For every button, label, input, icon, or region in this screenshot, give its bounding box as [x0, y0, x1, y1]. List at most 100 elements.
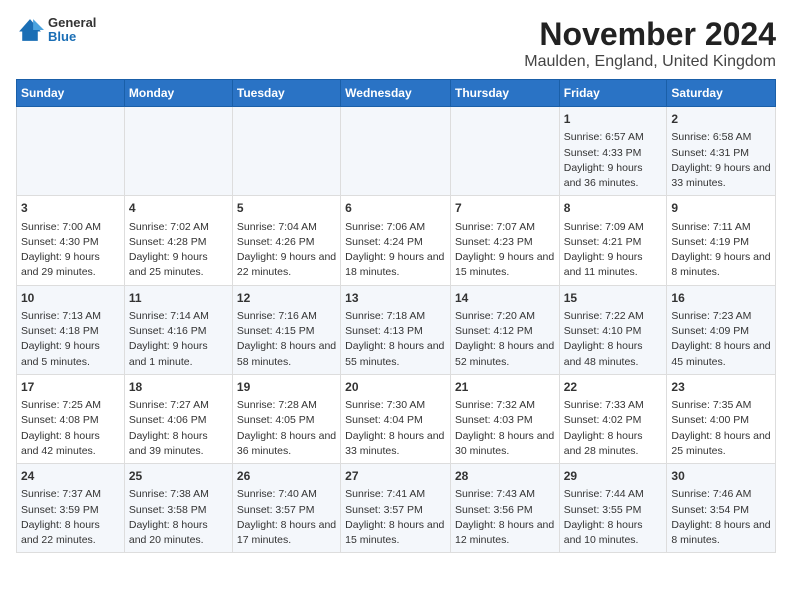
day-number: 9 [671, 200, 771, 217]
day-info: Sunset: 3:57 PM [345, 503, 446, 518]
header-friday: Friday [559, 80, 667, 107]
day-info: Daylight: 8 hours and 17 minutes. [237, 518, 336, 548]
day-info: Daylight: 8 hours and 58 minutes. [237, 339, 336, 369]
day-info: Daylight: 9 hours and 29 minutes. [21, 250, 120, 280]
day-number: 30 [671, 468, 771, 485]
day-info: Sunrise: 7:38 AM [129, 487, 228, 502]
calendar-cell: 28 Sunrise: 7:43 AMSunset: 3:56 PMDayligh… [450, 464, 559, 553]
day-info: Daylight: 8 hours and 39 minutes. [129, 429, 228, 459]
calendar-cell: 24Sunrise: 7:37 AMSunset: 3:59 PMDayligh… [17, 464, 125, 553]
day-info: Sunset: 4:21 PM [564, 235, 663, 250]
day-info: Daylight: 8 hours and 30 minutes. [455, 429, 555, 459]
day-info: Sunrise: 7:06 AM [345, 220, 446, 235]
calendar-cell: 26 Sunrise: 7:40 AMSunset: 3:57 PMDayligh… [232, 464, 340, 553]
day-number: 25 [129, 468, 228, 485]
day-info: Sunset: 4:02 PM [564, 413, 663, 428]
day-info: Sunrise: 7:43 AM [455, 487, 555, 502]
calendar-cell: 29Sunrise: 7:44 AMSunset: 3:55 PMDayligh… [559, 464, 667, 553]
day-number: 15 [564, 290, 663, 307]
day-info: Sunset: 4:09 PM [671, 324, 771, 339]
day-info: Daylight: 8 hours and 15 minutes. [345, 518, 446, 548]
day-info: Sunset: 4:04 PM [345, 413, 446, 428]
title-area: November 2024 Maulden, England, United K… [524, 16, 776, 71]
day-info: Daylight: 9 hours and 33 minutes. [671, 161, 771, 191]
calendar-cell: 5Sunrise: 7:04 AMSunset: 4:26 PMDaylight… [232, 196, 340, 285]
day-info: Sunset: 3:54 PM [671, 503, 771, 518]
day-info: Sunset: 4:16 PM [129, 324, 228, 339]
day-info: Sunrise: 7:00 AM [21, 220, 120, 235]
day-info: Sunrise: 7:30 AM [345, 398, 446, 413]
day-number: 12 [237, 290, 336, 307]
day-info: Sunrise: 7:40 AM [237, 487, 336, 502]
day-number: 16 [671, 290, 771, 307]
day-info: Sunset: 4:31 PM [671, 146, 771, 161]
day-info: Daylight: 9 hours and 1 minute. [129, 339, 228, 369]
day-info: Daylight: 8 hours and 12 minutes. [455, 518, 555, 548]
day-info: Sunset: 4:30 PM [21, 235, 120, 250]
day-info: Sunrise: 7:09 AM [564, 220, 663, 235]
calendar-cell: 19Sunrise: 7:28 AMSunset: 4:05 PMDayligh… [232, 374, 340, 463]
day-info: Sunset: 4:12 PM [455, 324, 555, 339]
logo-blue: Blue [48, 30, 96, 44]
day-number: 17 [21, 379, 120, 396]
day-number: 18 [129, 379, 228, 396]
day-number: 26 [237, 468, 336, 485]
logo: General Blue [16, 16, 96, 45]
day-info: Sunset: 3:55 PM [564, 503, 663, 518]
logo-icon [16, 16, 44, 44]
day-info: Sunset: 3:56 PM [455, 503, 555, 518]
calendar-cell: 11Sunrise: 7:14 AMSunset: 4:16 PMDayligh… [124, 285, 232, 374]
calendar-cell [450, 107, 559, 196]
calendar-cell: 23Sunrise: 7:35 AMSunset: 4:00 PMDayligh… [667, 374, 776, 463]
day-info: Daylight: 9 hours and 25 minutes. [129, 250, 228, 280]
calendar-cell: 8Sunrise: 7:09 AMSunset: 4:21 PMDaylight… [559, 196, 667, 285]
day-number: 2 [671, 111, 771, 128]
calendar-cell: 2Sunrise: 6:58 AMSunset: 4:31 PMDaylight… [667, 107, 776, 196]
calendar-week-2: 3Sunrise: 7:00 AMSunset: 4:30 PMDaylight… [17, 196, 776, 285]
day-info: Daylight: 8 hours and 22 minutes. [21, 518, 120, 548]
day-info: Sunrise: 7:37 AM [21, 487, 120, 502]
day-info: Daylight: 8 hours and 52 minutes. [455, 339, 555, 369]
day-number: 5 [237, 200, 336, 217]
day-info: Daylight: 8 hours and 25 minutes. [671, 429, 771, 459]
header-tuesday: Tuesday [232, 80, 340, 107]
calendar-week-3: 10Sunrise: 7:13 AMSunset: 4:18 PMDayligh… [17, 285, 776, 374]
day-info: Sunrise: 7:13 AM [21, 309, 120, 324]
day-number: 14 [455, 290, 555, 307]
day-info: Sunrise: 7:33 AM [564, 398, 663, 413]
day-info: Sunrise: 7:02 AM [129, 220, 228, 235]
day-info: Sunset: 4:06 PM [129, 413, 228, 428]
calendar-cell: 18Sunrise: 7:27 AMSunset: 4:06 PMDayligh… [124, 374, 232, 463]
day-number: 4 [129, 200, 228, 217]
day-info: Sunrise: 7:28 AM [237, 398, 336, 413]
calendar-cell: 17Sunrise: 7:25 AMSunset: 4:08 PMDayligh… [17, 374, 125, 463]
day-info: Daylight: 8 hours and 45 minutes. [671, 339, 771, 369]
header-saturday: Saturday [667, 80, 776, 107]
day-info: Daylight: 8 hours and 42 minutes. [21, 429, 120, 459]
calendar-cell: 7Sunrise: 7:07 AMSunset: 4:23 PMDaylight… [450, 196, 559, 285]
day-info: Sunset: 4:33 PM [564, 146, 663, 161]
calendar-cell: 10Sunrise: 7:13 AMSunset: 4:18 PMDayligh… [17, 285, 125, 374]
day-info: Daylight: 9 hours and 18 minutes. [345, 250, 446, 280]
day-info: Sunset: 4:03 PM [455, 413, 555, 428]
header-wednesday: Wednesday [341, 80, 451, 107]
day-info: Sunrise: 6:57 AM [564, 130, 663, 145]
calendar-cell: 21Sunrise: 7:32 AMSunset: 4:03 PMDayligh… [450, 374, 559, 463]
day-info: Sunset: 4:13 PM [345, 324, 446, 339]
calendar-cell [124, 107, 232, 196]
calendar-cell: 4Sunrise: 7:02 AMSunset: 4:28 PMDaylight… [124, 196, 232, 285]
calendar-week-1: 1 Sunrise: 6:57 AMSunset: 4:33 PM Daylight… [17, 107, 776, 196]
calendar-cell: 25Sunrise: 7:38 AMSunset: 3:58 PMDayligh… [124, 464, 232, 553]
day-number: 27 [345, 468, 446, 485]
day-info: Sunrise: 7:22 AM [564, 309, 663, 324]
day-info: Sunset: 4:08 PM [21, 413, 120, 428]
day-info: Daylight: 8 hours and 55 minutes. [345, 339, 446, 369]
header: General Blue November 2024 Maulden, Engl… [16, 16, 776, 71]
day-info: Sunset: 3:57 PM [237, 503, 336, 518]
logo-general: General [48, 16, 96, 30]
calendar-table: Sunday Monday Tuesday Wednesday Thursday… [16, 79, 776, 553]
calendar-header: Sunday Monday Tuesday Wednesday Thursday… [17, 80, 776, 107]
day-number: 1 [564, 111, 663, 128]
day-info: Sunset: 4:10 PM [564, 324, 663, 339]
day-number: 28 [455, 468, 555, 485]
